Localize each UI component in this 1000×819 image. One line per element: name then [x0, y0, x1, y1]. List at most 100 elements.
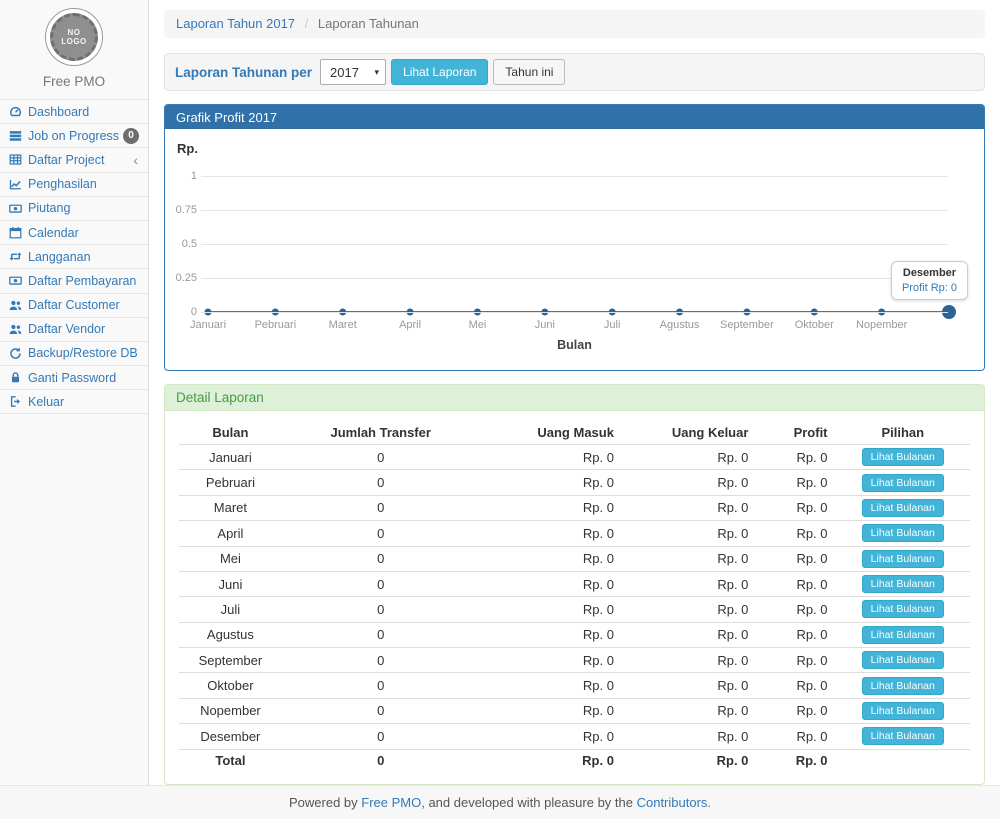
sidebar-item-daftar-vendor[interactable]: Daftar Vendor	[0, 318, 148, 342]
table-row: Juli0Rp. 0Rp. 0Rp. 0Lihat Bulanan	[179, 597, 970, 622]
cell: Rp. 0	[480, 445, 622, 470]
action-cell: Lihat Bulanan	[836, 673, 970, 698]
logo-area: NO LOGO Free PMO	[0, 0, 148, 89]
sidebar-item-daftar-customer[interactable]: Daftar Customer	[0, 294, 148, 318]
lihat-bulanan-button[interactable]: Lihat Bulanan	[862, 474, 944, 492]
cell: Rp. 0	[480, 571, 622, 596]
lihat-bulanan-button[interactable]: Lihat Bulanan	[862, 626, 944, 644]
lihat-bulanan-button[interactable]: Lihat Bulanan	[862, 499, 944, 517]
y-tick-label: 0.25	[165, 272, 197, 284]
sidebar-nav: DashboardJob on Progress0Daftar Project‹…	[0, 99, 148, 414]
cell: Rp. 0	[622, 521, 756, 546]
cell: Rp. 0	[756, 521, 835, 546]
chart-panel-title: Grafik Profit 2017	[165, 105, 984, 129]
caret-down-icon: ▾	[374, 67, 379, 78]
lihat-bulanan-button[interactable]: Lihat Bulanan	[862, 524, 944, 542]
cell: Rp. 0	[756, 648, 835, 673]
cell: 0	[282, 673, 480, 698]
lihat-laporan-button[interactable]: Lihat Laporan	[391, 59, 488, 85]
cell: 0	[282, 648, 480, 673]
tooltip-value: Profit Rp: 0	[902, 282, 957, 294]
sidebar-item-label: Keluar	[28, 395, 64, 409]
breadcrumb: Laporan Tahun 2017 / Laporan Tahunan	[164, 10, 985, 38]
logo-text-line1: NO	[68, 28, 81, 37]
sidebar-item-dashboard[interactable]: Dashboard	[0, 100, 148, 124]
table-row: September0Rp. 0Rp. 0Rp. 0Lihat Bulanan	[179, 648, 970, 673]
cell: Rp. 0	[480, 597, 622, 622]
footer-text-middle: , and developed with pleasure by the	[421, 795, 636, 810]
table-row: Nopember0Rp. 0Rp. 0Rp. 0Lihat Bulanan	[179, 698, 970, 723]
cell: Total	[179, 749, 282, 771]
cell: Rp. 0	[622, 597, 756, 622]
year-select[interactable]: 2017 ▾	[320, 59, 386, 85]
sidebar-item-label: Langganan	[28, 250, 91, 264]
sidebar-item-calendar[interactable]: Calendar	[0, 221, 148, 245]
contributors-link[interactable]: Contributors.	[637, 795, 711, 810]
lihat-bulanan-button[interactable]: Lihat Bulanan	[862, 677, 944, 695]
cell: Rp. 0	[622, 445, 756, 470]
money-icon	[8, 274, 22, 287]
lihat-bulanan-button[interactable]: Lihat Bulanan	[862, 448, 944, 466]
footer: Powered by Free PMO, and developed with …	[0, 785, 1000, 819]
year-select-value: 2017	[330, 65, 359, 80]
lihat-bulanan-button[interactable]: Lihat Bulanan	[862, 600, 944, 618]
cell: 0	[282, 546, 480, 571]
footer-text-prefix: Powered by	[289, 795, 361, 810]
cell: Mei	[179, 546, 282, 571]
breadcrumb-current: Laporan Tahunan	[318, 16, 419, 31]
cell: Rp. 0	[756, 724, 835, 749]
sidebar-item-backup-restore-db[interactable]: Backup/Restore DB	[0, 342, 148, 366]
table-header-row: BulanJumlah TransferUang MasukUang Kelua…	[179, 421, 970, 445]
sidebar-item-penghasilan[interactable]: Penghasilan	[0, 173, 148, 197]
cell: Rp. 0	[622, 724, 756, 749]
gridline	[201, 312, 948, 313]
sign-out-icon	[8, 395, 22, 408]
cell: Rp. 0	[756, 698, 835, 723]
sidebar-item-ganti-password[interactable]: Ganti Password	[0, 366, 148, 390]
sidebar-item-langganan[interactable]: Langganan	[0, 245, 148, 269]
free-pmo-link[interactable]: Free PMO	[361, 795, 421, 810]
filter-bar: Laporan Tahunan per 2017 ▾ Lihat Laporan…	[164, 53, 985, 91]
cell: April	[179, 521, 282, 546]
cell: Rp. 0	[756, 571, 835, 596]
sidebar-item-daftar-pembayaran[interactable]: Daftar Pembayaran	[0, 269, 148, 293]
cell: Januari	[179, 445, 282, 470]
sidebar-item-label: Daftar Project	[28, 153, 104, 167]
lihat-bulanan-button[interactable]: Lihat Bulanan	[862, 651, 944, 669]
cell: Maret	[179, 495, 282, 520]
table-row: Agustus0Rp. 0Rp. 0Rp. 0Lihat Bulanan	[179, 622, 970, 647]
cell: Juli	[179, 597, 282, 622]
lihat-bulanan-button[interactable]: Lihat Bulanan	[862, 702, 944, 720]
sidebar-item-keluar[interactable]: Keluar	[0, 390, 148, 414]
cell: 0	[282, 698, 480, 723]
column-header: Uang Keluar	[622, 421, 756, 445]
cell: Rp. 0	[480, 724, 622, 749]
sidebar-item-daftar-project[interactable]: Daftar Project‹	[0, 148, 148, 172]
column-header: Bulan	[179, 421, 282, 445]
sidebar-item-piutang[interactable]: Piutang	[0, 197, 148, 221]
retweet-icon	[8, 250, 22, 263]
detail-panel: Detail Laporan BulanJumlah TransferUang …	[164, 384, 985, 785]
table-row: Desember0Rp. 0Rp. 0Rp. 0Lihat Bulanan	[179, 724, 970, 749]
sidebar-item-label: Daftar Customer	[28, 298, 120, 312]
lihat-bulanan-button[interactable]: Lihat Bulanan	[862, 550, 944, 568]
sidebar-item-job-on-progress[interactable]: Job on Progress0	[0, 124, 148, 148]
cell: Pebruari	[179, 470, 282, 495]
lihat-bulanan-button[interactable]: Lihat Bulanan	[862, 575, 944, 593]
sidebar-item-label: Piutang	[28, 201, 70, 215]
action-cell	[836, 749, 970, 771]
chart-panel: Grafik Profit 2017 Rp. Desember Profit R…	[164, 104, 985, 371]
sidebar-item-label: Ganti Password	[28, 371, 116, 385]
action-cell: Lihat Bulanan	[836, 597, 970, 622]
breadcrumb-link-laporan-tahun[interactable]: Laporan Tahun 2017	[176, 16, 295, 31]
cell: Desember	[179, 724, 282, 749]
main-content: Laporan Tahun 2017 / Laporan Tahunan Lap…	[149, 0, 1000, 785]
lihat-bulanan-button[interactable]: Lihat Bulanan	[862, 727, 944, 745]
column-header: Profit	[756, 421, 835, 445]
detail-table: BulanJumlah TransferUang MasukUang Kelua…	[179, 421, 970, 771]
money-icon	[8, 202, 22, 215]
y-tick-label: 1	[165, 170, 197, 182]
sidebar-item-label: Calendar	[28, 226, 79, 240]
cell: Rp. 0	[480, 470, 622, 495]
tahun-ini-button[interactable]: Tahun ini	[493, 59, 565, 85]
